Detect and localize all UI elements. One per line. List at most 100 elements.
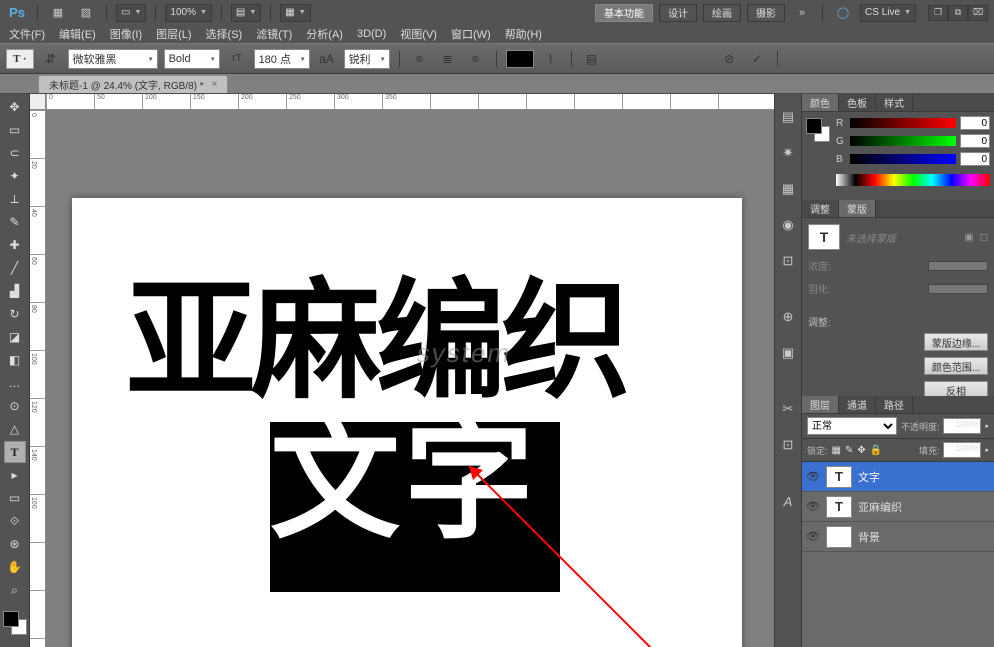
window-doc-icon[interactable]: ❐ <box>928 5 948 21</box>
visibility-icon[interactable]: 👁 <box>806 530 820 543</box>
zoom-dropdown[interactable]: 100%▼ <box>165 4 212 22</box>
tab-channels[interactable]: 通道 <box>839 396 876 413</box>
menu-image[interactable]: 图像(I) <box>105 26 147 42</box>
blur-tool[interactable]: … <box>4 372 26 394</box>
g-value[interactable] <box>960 134 990 148</box>
color-fgbg[interactable] <box>3 611 27 635</box>
stamp-tool[interactable]: ▟ <box>4 280 26 302</box>
text-orientation-icon[interactable]: ⇵ <box>40 48 62 70</box>
r-value[interactable] <box>960 116 990 130</box>
zoom-tool[interactable]: ⌕ <box>4 579 26 601</box>
path-select-tool[interactable]: ▸ <box>4 464 26 486</box>
menu-window[interactable]: 窗口(W) <box>446 26 496 42</box>
workspace-photo[interactable]: 摄影 <box>747 4 785 22</box>
brush-tool[interactable]: ╱ <box>4 257 26 279</box>
canvas-text-2[interactable]: 文字 <box>270 416 538 546</box>
tab-paths[interactable]: 路径 <box>876 396 913 413</box>
hue-ramp[interactable] <box>836 174 990 186</box>
marquee-tool[interactable]: ▭ <box>4 119 26 141</box>
menu-analysis[interactable]: 分析(A) <box>301 26 348 42</box>
tab-color[interactable]: 颜色 <box>802 94 839 111</box>
shape-tool[interactable]: ▭ <box>4 487 26 509</box>
document-canvas[interactable]: 亚麻编织 文字 system <box>72 198 742 647</box>
layer-row[interactable]: 👁 背景 <box>802 522 994 552</box>
cslive-icon[interactable]: ◯ <box>832 4 854 22</box>
clone-panel-icon[interactable]: ⊡ <box>777 250 799 272</box>
wand-tool[interactable]: ✦ <box>4 165 26 187</box>
eraser-tool[interactable]: ◪ <box>4 326 26 348</box>
close-tab-icon[interactable]: × <box>212 79 218 90</box>
styles-panel-icon[interactable]: ⊡ <box>777 434 799 456</box>
align-right-icon[interactable]: ≡ <box>465 48 487 70</box>
font-weight-field[interactable]: Bold▾ <box>164 49 220 69</box>
density-slider[interactable] <box>928 261 988 271</box>
menu-view[interactable]: 视图(V) <box>395 26 442 42</box>
text-color-swatch[interactable] <box>506 50 534 68</box>
window-close-icon[interactable]: ⌧ <box>968 5 988 21</box>
hand-tool[interactable]: ✋ <box>4 556 26 578</box>
eyedropper-tool[interactable]: ✎ <box>4 211 26 233</box>
color-range-button[interactable]: 颜色范围... <box>924 357 988 375</box>
commit-icon[interactable]: ✓ <box>746 48 768 70</box>
window-restore-icon[interactable]: ⧉ <box>948 5 968 21</box>
character-panel-icon[interactable]: ▤ <box>581 48 603 70</box>
history-panel-icon[interactable]: ▤ <box>777 106 799 128</box>
tab-swatches[interactable]: 色板 <box>839 94 876 111</box>
menu-filter[interactable]: 滤镜(T) <box>251 26 297 42</box>
tab-adjust[interactable]: 调整 <box>802 200 839 217</box>
visibility-icon[interactable]: 👁 <box>806 500 820 513</box>
lock-pixels-icon[interactable]: ✎ <box>845 445 853 456</box>
cancel-icon[interactable]: ⊘ <box>718 48 740 70</box>
fill-value[interactable]: 100% <box>943 442 981 458</box>
font-family-field[interactable]: 微软雅黑▾ <box>68 49 158 69</box>
align-left-icon[interactable]: ≡ <box>409 48 431 70</box>
workspace-painting[interactable]: 绘画 <box>703 4 741 22</box>
lock-transparent-icon[interactable]: ▦ <box>832 445 841 456</box>
align-center-icon[interactable]: ≣ <box>437 48 459 70</box>
gradient-tool[interactable]: ◧ <box>4 349 26 371</box>
brush-panel-icon[interactable]: ▦ <box>777 178 799 200</box>
paragraph-panel-icon[interactable]: ◉ <box>777 214 799 236</box>
font-size-field[interactable]: 180 点▾ <box>254 49 310 69</box>
navigator-panel-icon[interactable]: ⊕ <box>777 306 799 328</box>
vector-mask-icon[interactable]: ◻ <box>980 232 988 243</box>
r-slider[interactable] <box>850 118 956 128</box>
move-tool[interactable]: ✥ <box>4 96 26 118</box>
menu-edit[interactable]: 编辑(E) <box>54 26 101 42</box>
color-panel-fgbg[interactable] <box>806 118 830 142</box>
canvas-area[interactable]: 050100150200250300350 020406080100120140… <box>30 94 774 647</box>
crop-tool[interactable]: ⟂ <box>4 188 26 210</box>
visibility-icon[interactable]: 👁 <box>806 470 820 483</box>
3d-camera-tool[interactable]: ⊛ <box>4 533 26 555</box>
workspace-design[interactable]: 设计 <box>659 4 697 22</box>
heal-tool[interactable]: ✚ <box>4 234 26 256</box>
actions-panel-icon[interactable]: ✷ <box>777 142 799 164</box>
swatches-panel-icon[interactable]: ✂ <box>777 398 799 420</box>
tab-layers[interactable]: 图层 <box>802 396 839 413</box>
character-dock-icon[interactable]: A <box>777 490 799 512</box>
lasso-tool[interactable]: ⊂ <box>4 142 26 164</box>
tab-styles[interactable]: 样式 <box>876 94 913 111</box>
menu-help[interactable]: 帮助(H) <box>500 26 547 42</box>
bridge-icon[interactable]: ▦ <box>47 4 69 22</box>
3d-tool[interactable]: ⟐ <box>4 510 26 532</box>
document-tab[interactable]: 未标题-1 @ 24.4% (文字, RGB/8) * × <box>38 75 228 93</box>
blend-mode-select[interactable]: 正常 <box>807 417 897 435</box>
minibridge-icon[interactable]: ▧ <box>75 4 97 22</box>
menu-3d[interactable]: 3D(D) <box>352 28 391 40</box>
canvas-text-1[interactable]: 亚麻编织 <box>126 276 626 406</box>
cslive-dropdown[interactable]: CS Live▼ <box>860 4 916 22</box>
antialias-field[interactable]: 锐利▾ <box>344 49 390 69</box>
screen-mode-dropdown[interactable]: ▭▼ <box>116 4 146 22</box>
view-extras-dropdown[interactable]: ▤▼ <box>231 4 261 22</box>
tool-preset-type[interactable]: T · <box>6 49 34 69</box>
warp-text-icon[interactable]: ⌇ <box>540 48 562 70</box>
layer-row[interactable]: 👁 T 文字 <box>802 462 994 492</box>
arrange-dropdown[interactable]: ▦▼ <box>280 4 310 22</box>
workspace-more-icon[interactable]: » <box>791 4 813 22</box>
tab-mask[interactable]: 蒙版 <box>839 200 876 217</box>
mask-edge-button[interactable]: 蒙版边缘... <box>924 333 988 351</box>
b-value[interactable] <box>960 152 990 166</box>
feather-slider[interactable] <box>928 284 988 294</box>
b-slider[interactable] <box>850 154 956 164</box>
